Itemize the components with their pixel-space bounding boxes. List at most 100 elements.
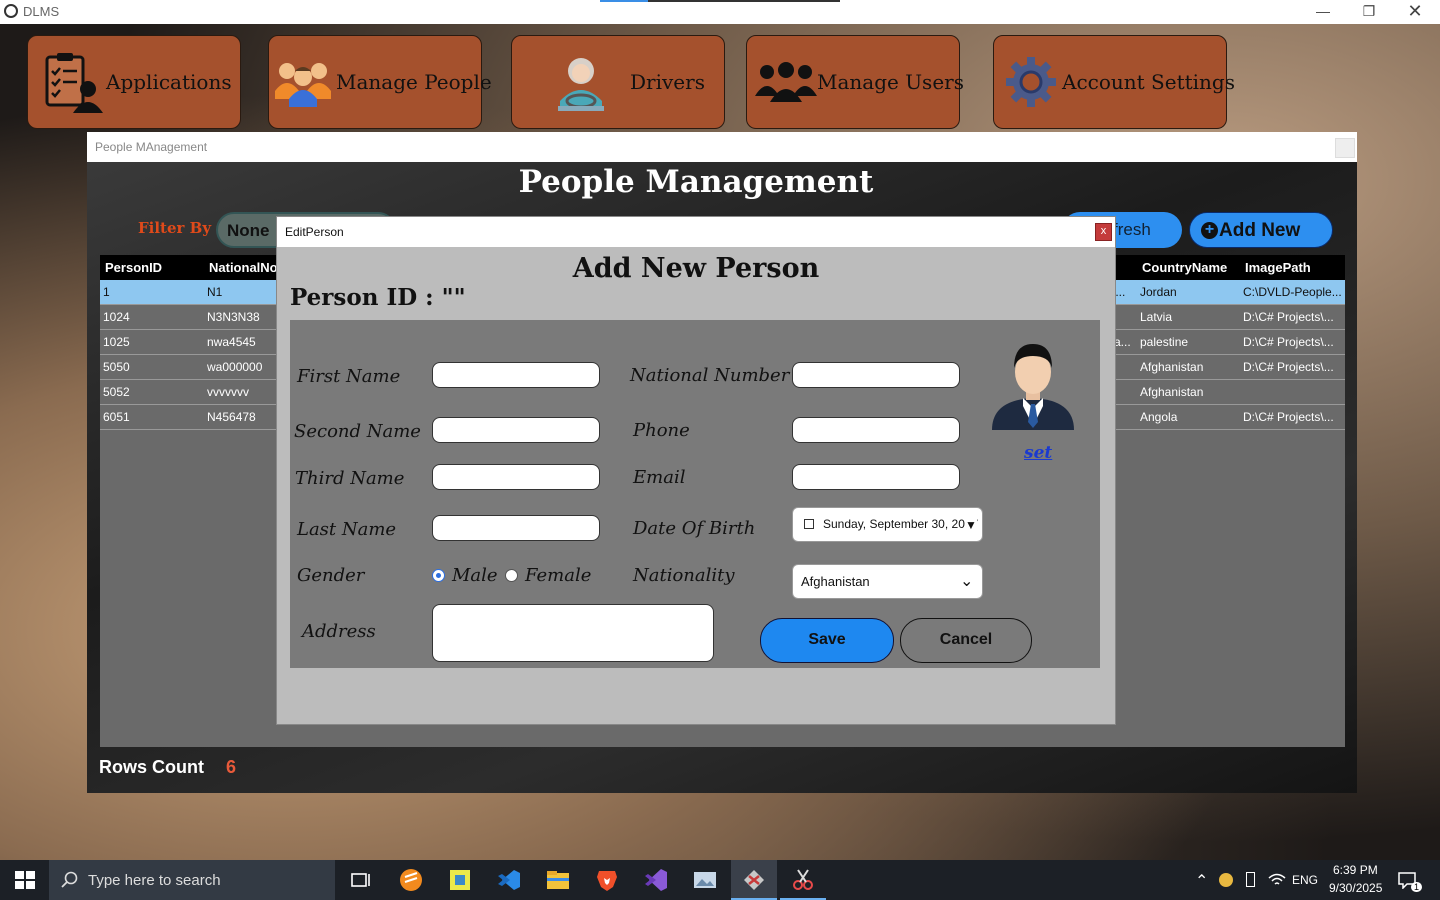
filter-by-label: Filter By [138,219,212,237]
filter-by-value: None [227,221,270,240]
cell-nationalno: N1 [207,285,223,299]
set-image-link[interactable]: set [1024,443,1052,463]
column-header-personid[interactable]: PersonID [105,260,162,275]
refresh-label: fresh [1113,220,1151,239]
date-of-birth-value: Sunday, September 30, 2007 [823,517,979,531]
date-of-birth-picker[interactable]: Sunday, September 30, 2007 ▼ [792,507,983,542]
gender-female-label: Female [525,565,592,586]
column-header-imagepath[interactable]: ImagePath [1245,260,1311,275]
file-explorer-icon[interactable] [545,868,571,892]
chevron-down-icon: ▼ [965,518,977,532]
gender-label: Gender [297,565,365,586]
cell-nationalno: N3N3N38 [207,310,260,324]
third-name-input[interactable] [432,464,600,490]
sublime-text-icon[interactable] [398,868,424,892]
dialog-close-button[interactable]: x [1095,223,1112,241]
nav-manage-people-label: Manage People [336,70,492,94]
people-window-title: People MAnagement [95,140,208,154]
clipboard-person-icon [41,51,103,113]
add-new-button[interactable]: + Add New [1189,212,1333,248]
taskbar-search-box[interactable]: Type here to search [49,860,335,900]
dlms-app-icon[interactable] [741,868,767,892]
nav-applications-button[interactable]: Applications [27,35,241,129]
cell-countryname: Jordan [1140,285,1177,299]
email-label: Email [633,467,686,488]
dialog-title: EditPerson [285,225,344,239]
first-name-input[interactable] [432,362,600,388]
plus-icon: + [1201,222,1218,239]
date-of-birth-label: Date Of Birth [633,518,756,539]
windows-start-icon[interactable] [15,871,35,889]
column-header-nationalno[interactable]: NationalNo [209,260,278,275]
last-name-input[interactable] [432,515,600,541]
cell-countryname: palestine [1140,335,1189,349]
vscode-icon[interactable] [496,868,522,892]
gender-male-radio[interactable] [432,569,445,582]
column-header-countryname[interactable]: CountryName [1142,260,1227,275]
cancel-button[interactable]: Cancel [900,618,1032,663]
save-button[interactable]: Save [760,618,894,663]
nav-manage-users-label: Manage Users [817,70,964,94]
cell-countryname: Latvia [1140,310,1173,324]
cell-personid: 6051 [103,410,130,424]
cell-countryname: Afghanistan [1140,385,1204,399]
gender-female-radio[interactable] [505,569,518,582]
nav-drivers-label: Drivers [630,70,705,94]
phone-label: Phone [633,420,690,441]
second-name-label: Second Name [294,421,421,442]
brave-browser-icon[interactable] [594,868,620,892]
gear-icon [1004,55,1058,109]
rows-count-label: Rows Count [99,757,204,777]
calendar-icon [804,519,814,529]
address-textarea[interactable] [432,604,714,662]
second-name-input[interactable] [432,417,600,443]
clock-time[interactable]: 6:39 PM [1333,863,1378,877]
driver-icon [550,51,612,113]
language-indicator[interactable]: ENG [1292,873,1318,887]
people-window-close-button[interactable] [1335,138,1355,158]
cell-personid: 1 [103,285,110,299]
email-input[interactable] [792,464,960,490]
close-window-button[interactable]: ✕ [1392,0,1438,24]
cell-personid: 1024 [103,310,130,324]
dialog-titlebar: EditPerson x [277,217,1115,247]
search-placeholder: Type here to search [88,872,221,889]
clock-date[interactable]: 9/30/2025 [1329,881,1382,895]
cell-nationalno: wa000000 [207,360,263,374]
nav-drivers-button[interactable]: Drivers [511,35,725,129]
weather-icon[interactable] [1219,873,1233,887]
restore-button[interactable]: ❐ [1346,0,1392,24]
dialog-heading: Add New Person [572,253,820,284]
notification-count-badge: 1 [1411,882,1423,892]
cell-imagepath: C:\DVLD-People... [1243,285,1342,299]
rows-count-value: 6 [226,757,237,777]
snipping-tool-icon[interactable] [790,868,816,892]
visual-studio-icon[interactable] [643,868,669,892]
minimize-button[interactable]: — [1300,0,1346,24]
national-number-label: National Number [630,365,790,386]
titlebar-accent-blue [600,0,648,2]
phone-input[interactable] [792,417,960,443]
nav-applications-label: Applications [106,70,232,94]
chevron-up-icon[interactable]: ⌃ [1195,871,1208,891]
color-picker-icon[interactable] [447,868,473,892]
search-icon [61,871,78,888]
nationality-select[interactable]: Afghanistan ⌄ [792,564,983,599]
image-viewer-icon[interactable] [692,868,718,892]
third-name-label: Third Name [295,468,405,489]
task-view-icon[interactable] [348,868,374,892]
battery-icon[interactable] [1246,872,1255,887]
person-id-label: Person ID : "" [290,284,466,311]
app-titlebar: DLMS — ❐ ✕ [0,0,1440,24]
gender-male-label: Male [452,565,498,586]
nav-manage-people-button[interactable]: Manage People [268,35,492,129]
cell-nationalno: nwa4545 [207,335,256,349]
wifi-icon[interactable] [1268,872,1286,888]
last-name-label: Last Name [297,519,397,540]
chevron-down-icon: ⌄ [960,573,974,590]
nav-account-settings-button[interactable]: Account Settings [993,35,1235,129]
cell-countryname: Afghanistan [1140,360,1204,374]
national-number-input[interactable] [792,362,960,388]
nationality-value: Afghanistan [801,574,870,589]
nav-manage-users-button[interactable]: Manage Users [746,35,964,129]
